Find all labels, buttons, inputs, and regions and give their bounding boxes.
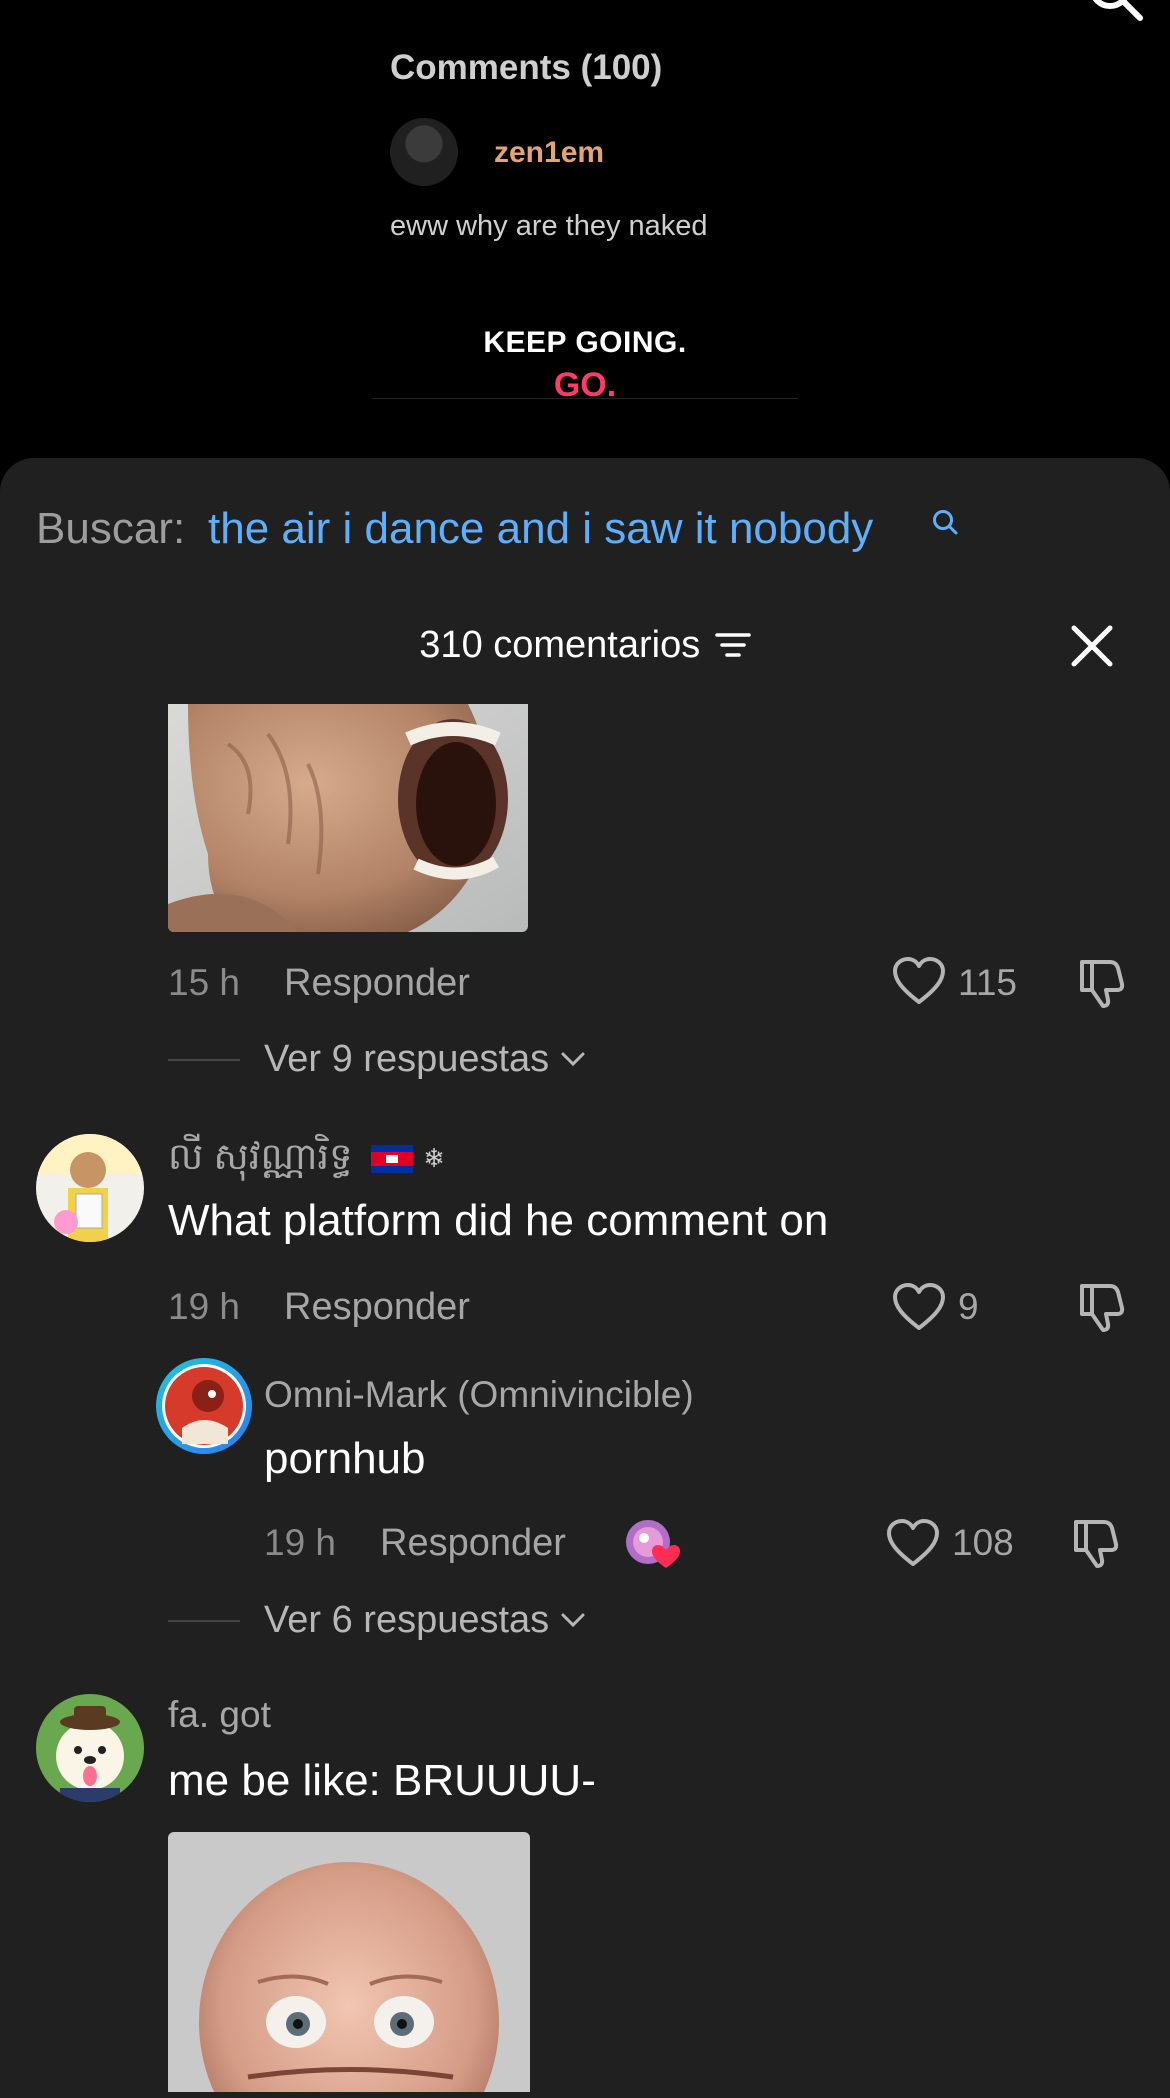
view-replies-button[interactable]: Ver 6 respuestas (264, 1599, 586, 1642)
search-query-link[interactable]: the air i dance and i saw it nobody (208, 504, 873, 554)
video-area[interactable]: Comments (100) zen1em eww why are they n… (0, 0, 1170, 470)
search-icon[interactable] (1088, 0, 1144, 22)
like-count: 9 (958, 1286, 979, 1327)
dislike-icon[interactable] (1072, 1280, 1126, 1334)
view-replies-label: Ver 6 respuestas (264, 1599, 550, 1641)
comment-image-bald-face[interactable] (168, 1832, 530, 2092)
comment-count: 310 comentarios (419, 624, 701, 666)
divider (372, 398, 798, 399)
reply-avatar[interactable] (156, 1358, 252, 1454)
username-text: លី សុវណ្ណារិទ្ធ (168, 1136, 353, 1177)
heart-icon[interactable] (886, 1518, 940, 1568)
comment-username[interactable]: fa. got (168, 1694, 271, 1736)
overlay-username: zen1em (494, 136, 605, 169)
heart-icon[interactable] (892, 956, 946, 1006)
keep-going-text: KEEP GOING. (483, 326, 687, 359)
creator-liked-icon (626, 1520, 680, 1568)
comments-header: 310 comentarios (0, 624, 1170, 667)
comment-time: 15 h (168, 962, 241, 1003)
reply-button[interactable]: Responder (380, 1522, 566, 1565)
go-text: GO. (553, 366, 617, 404)
view-replies-label: Ver 9 respuestas (264, 1038, 550, 1080)
avatar[interactable] (36, 1694, 144, 1802)
search-icon[interactable] (930, 508, 960, 538)
overlay-avatar (390, 118, 458, 186)
like-count: 108 (952, 1522, 1014, 1563)
reply-text: pornhub (264, 1434, 426, 1483)
chevron-down-icon (561, 1613, 585, 1628)
overlay-comment-text: eww why are they naked (390, 210, 708, 242)
dislike-icon[interactable] (1072, 956, 1126, 1010)
heart-icon[interactable] (892, 1282, 946, 1332)
overlay-comments-title: Comments (100) (390, 48, 663, 87)
comment-username[interactable]: លី សុវណ្ណារិទ្ធ ❄ (168, 1134, 445, 1188)
reply-button[interactable]: Responder (284, 1286, 470, 1329)
sort-icon[interactable] (714, 631, 751, 659)
avatar[interactable] (36, 1134, 144, 1242)
close-icon[interactable] (1070, 624, 1114, 668)
reply-username[interactable]: Omni-Mark (Omnivincible) (264, 1374, 694, 1416)
divider (168, 1620, 240, 1622)
reply-button[interactable]: Responder (284, 962, 470, 1005)
view-replies-button[interactable]: Ver 9 respuestas (264, 1038, 586, 1081)
comment-text: What platform did he comment on (168, 1196, 829, 1245)
chevron-down-icon (561, 1052, 585, 1067)
comment-time: 19 h (264, 1522, 337, 1563)
cambodia-flag-icon (370, 1145, 413, 1173)
search-label: Buscar: (36, 504, 186, 553)
like-count: 115 (958, 962, 1017, 1003)
comment-text: me be like: BRUUUU- (168, 1756, 596, 1805)
comment-image-screaming-face[interactable] (168, 704, 528, 932)
comment-time: 19 h (168, 1286, 241, 1327)
divider (168, 1059, 240, 1061)
dislike-icon[interactable] (1066, 1516, 1120, 1570)
snowflake-icon: ❄ (423, 1143, 445, 1173)
